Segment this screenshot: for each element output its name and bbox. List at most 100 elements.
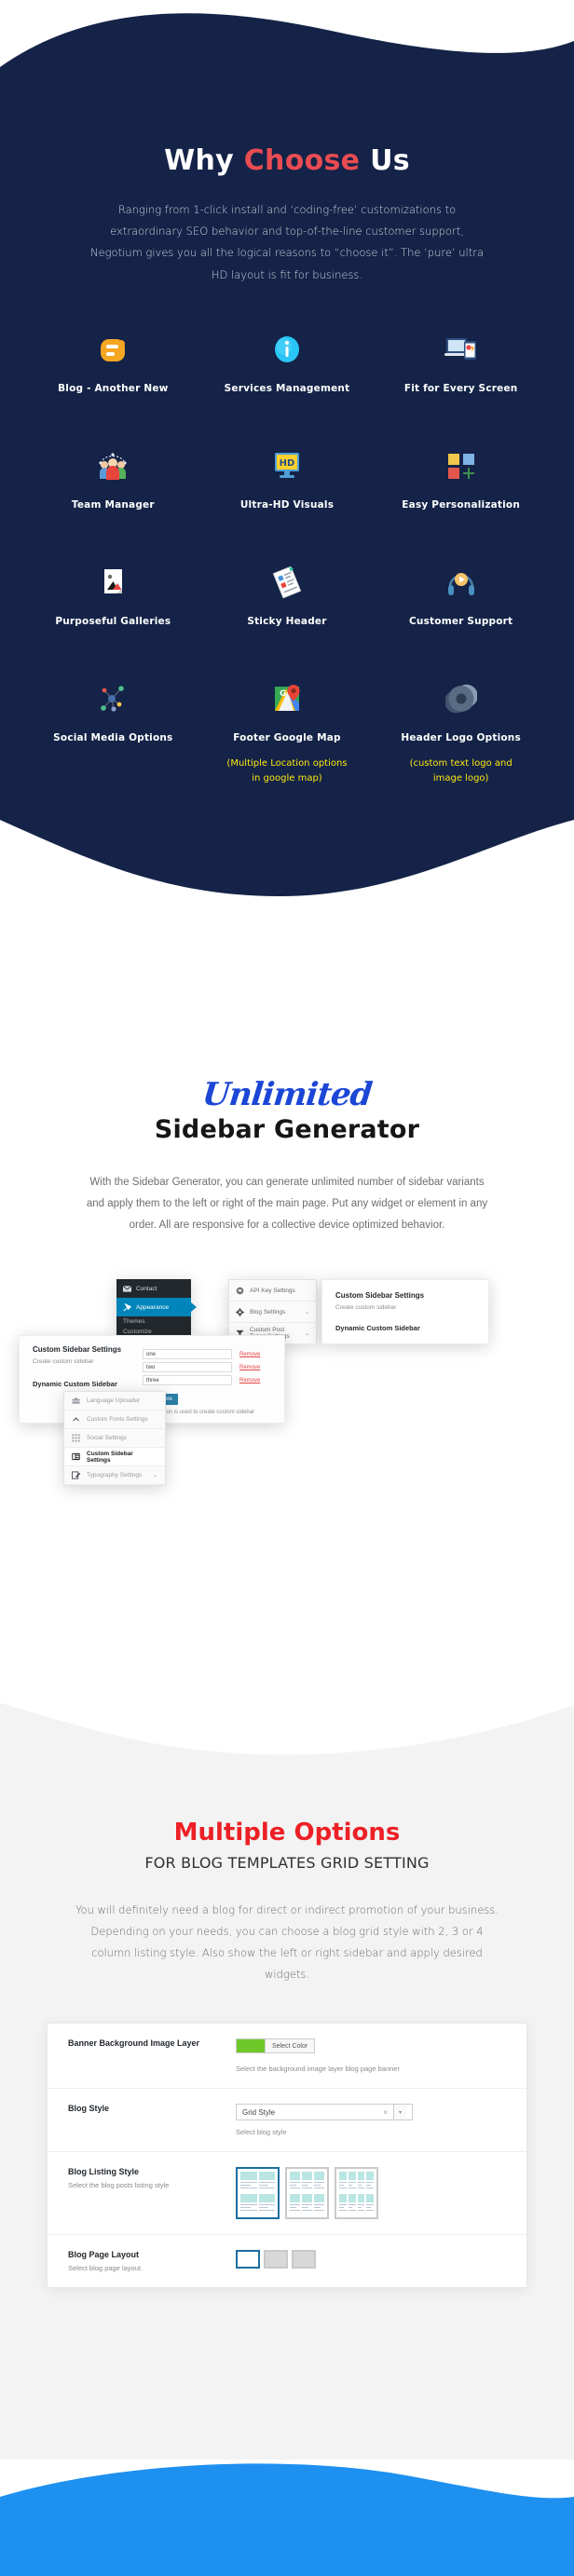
page-layout-thumbnails xyxy=(236,2250,506,2269)
feature-item-services[interactable]: Services Management xyxy=(200,325,375,442)
feature-label: Purposeful Galleries xyxy=(55,615,171,627)
menu-item-typography-settings[interactable]: Typography Settings ⌄ xyxy=(64,1466,165,1485)
menu-item-social-settings[interactable]: Social Settings xyxy=(64,1429,165,1448)
theme-options-menu: Language Uploader Custom Fonts Settings … xyxy=(63,1391,166,1486)
page-layout-thumb-1[interactable] xyxy=(236,2250,260,2269)
feature-label: Social Media Options xyxy=(53,731,173,743)
setting-label: Banner Background Image Layer xyxy=(68,2038,200,2048)
menu-item-language-uploader[interactable]: Language Uploader xyxy=(64,1392,165,1411)
feature-item-social[interactable]: Social Media Options xyxy=(26,675,200,824)
remove-link[interactable]: Remove xyxy=(239,1378,260,1383)
menu-label: Typography Settings xyxy=(87,1472,143,1479)
social-network-icon xyxy=(94,680,131,717)
title-part-2: Us xyxy=(360,144,410,177)
setting-help-text: Select the background image layer blog p… xyxy=(236,2065,400,2073)
multiple-options-paragraph: You will definitely need a blog for dire… xyxy=(75,1903,499,1981)
multiple-options-title: Multiple Options xyxy=(173,1819,401,1847)
setting-row-blog-style: Blog Style Grid Style × ▾ Select blog st… xyxy=(48,2089,526,2152)
feature-item-ultrahd[interactable]: HD Ultra-HD Visuals xyxy=(200,442,375,558)
feature-label: Header Logo Options xyxy=(401,731,521,743)
sidebar-name-input[interactable]: three xyxy=(143,1375,232,1385)
setting-control: Select Color Select the background image… xyxy=(236,2038,506,2073)
sidebar-name-input[interactable]: two xyxy=(143,1362,232,1372)
feature-label: Fit for Every Screen xyxy=(403,382,518,394)
wp-menu-item-contact[interactable]: Contact xyxy=(116,1279,191,1298)
menu-label: Custom Fonts Settings xyxy=(87,1416,148,1423)
feature-item-sticky-header[interactable]: Sticky Header xyxy=(200,558,375,675)
selected-option: Grid Style xyxy=(242,2107,276,2117)
submenu-label: Blog Settings xyxy=(250,1308,286,1315)
sticky-note-icon xyxy=(268,564,306,601)
admin-screenshot-mockup: Contact Appearance Themes Customize API … xyxy=(0,1261,574,1493)
feature-label: Team Manager xyxy=(71,498,155,511)
sidebar-field-row: three Remove xyxy=(143,1375,273,1385)
setting-control xyxy=(236,2167,506,2219)
feature-label: Blog - Another New xyxy=(58,382,169,394)
dots-grid-icon xyxy=(72,1434,80,1442)
custom-sidebar-settings-panel-back: Custom Sidebar Settings Create custom si… xyxy=(321,1279,489,1344)
select-color-button[interactable]: Select Color xyxy=(265,2039,315,2052)
google-map-pin-icon: G xyxy=(268,680,306,717)
headset-support-icon xyxy=(443,564,480,601)
pin-icon xyxy=(123,1302,131,1312)
submenu-item-blog-settings[interactable]: Blog Settings ⌄ xyxy=(229,1302,316,1323)
multiple-options-section: Multiple Options FOR BLOG TEMPLATES GRID… xyxy=(0,1677,574,2460)
remove-link[interactable]: Remove xyxy=(239,1365,260,1370)
wp-menu-label: Appearance xyxy=(136,1303,170,1311)
setting-sublabel: Select the blog posts listing style xyxy=(68,2181,170,2189)
page-layout-thumb-2[interactable] xyxy=(264,2250,288,2269)
feature-item-google-map[interactable]: G Footer Google Map (Multiple Location o… xyxy=(200,675,375,824)
setting-label: Blog Style xyxy=(68,2104,110,2113)
panel-heading: Custom Sidebar Settings xyxy=(335,1291,425,1300)
blog-settings-card: Banner Background Image Layer Select Col… xyxy=(47,2023,527,2288)
feature-item-personalization[interactable]: Easy Personalization xyxy=(374,442,548,558)
pencil-square-icon xyxy=(72,1471,80,1479)
feature-label: Services Management xyxy=(224,382,350,394)
wp-submenu-themes[interactable]: Themes xyxy=(116,1316,191,1327)
listing-style-thumb-3col[interactable] xyxy=(285,2167,329,2219)
top-wave-divider xyxy=(0,1677,574,1755)
sidebar-field-row: one Remove xyxy=(143,1349,273,1359)
clear-icon[interactable]: × xyxy=(383,2108,388,2117)
feature-label: Footer Google Map xyxy=(233,731,341,743)
why-choose-us-section: Why Choose Us Ranging from 1-click insta… xyxy=(0,0,574,932)
setting-label-group: Blog Style xyxy=(68,2104,236,2136)
remove-link[interactable]: Remove xyxy=(239,1352,260,1357)
setting-sublabel: Select blog page layout. xyxy=(68,2264,144,2272)
feature-item-team[interactable]: Team Manager xyxy=(26,442,200,558)
sidebar-list-icon xyxy=(72,1452,80,1461)
feature-item-galleries[interactable]: Purposeful Galleries xyxy=(26,558,200,675)
color-swatch[interactable] xyxy=(237,2039,265,2052)
toolbox-icon xyxy=(72,1397,80,1405)
svg-text:G: G xyxy=(280,689,286,699)
color-picker[interactable]: Select Color xyxy=(236,2038,316,2053)
feature-note: (Multiple Location options in google map… xyxy=(226,757,348,784)
feature-item-header-logo[interactable]: Header Logo Options (custom text logo an… xyxy=(374,675,548,824)
chevron-down-icon[interactable]: ▾ xyxy=(393,2105,406,2119)
submenu-item-api-key-settings[interactable]: API Key Settings xyxy=(229,1280,316,1302)
sidebar-field-row: two Remove xyxy=(143,1362,273,1372)
feature-item-responsive[interactable]: Fit for Every Screen xyxy=(374,325,548,442)
feature-item-blog[interactable]: Blog - Another New xyxy=(26,325,200,442)
setting-row-banner-background: Banner Background Image Layer Select Col… xyxy=(48,2024,526,2089)
blog-style-select[interactable]: Grid Style × ▾ xyxy=(236,2104,413,2120)
wp-menu-item-appearance[interactable]: Appearance xyxy=(116,1298,197,1316)
sidebar-name-input[interactable]: one xyxy=(143,1349,232,1359)
chevron-down-icon: ⌄ xyxy=(152,1473,157,1479)
menu-label: Social Settings xyxy=(87,1435,127,1441)
responsive-devices-icon xyxy=(443,331,480,368)
setting-label-group: Blog Listing Style Select the blog posts… xyxy=(68,2167,236,2219)
setting-help-text: Select blog style xyxy=(236,2128,287,2136)
sidebar-generator-heading: Sidebar Generator xyxy=(154,1115,420,1144)
feature-item-support[interactable]: Customer Support xyxy=(374,558,548,675)
menu-label: Custom Sidebar Settings xyxy=(87,1450,133,1464)
team-people-icon xyxy=(94,447,131,484)
listing-style-thumb-4col[interactable] xyxy=(335,2167,378,2219)
feature-label: Customer Support xyxy=(409,615,513,627)
menu-item-custom-fonts-settings[interactable]: Custom Fonts Settings xyxy=(64,1411,165,1429)
feature-label: Easy Personalization xyxy=(402,498,521,511)
chevron-down-icon: ⌄ xyxy=(304,1309,309,1315)
listing-style-thumb-2col[interactable] xyxy=(236,2167,280,2219)
menu-item-custom-sidebar-settings[interactable]: Custom Sidebar Settings xyxy=(64,1448,165,1466)
page-layout-thumb-3[interactable] xyxy=(292,2250,316,2269)
